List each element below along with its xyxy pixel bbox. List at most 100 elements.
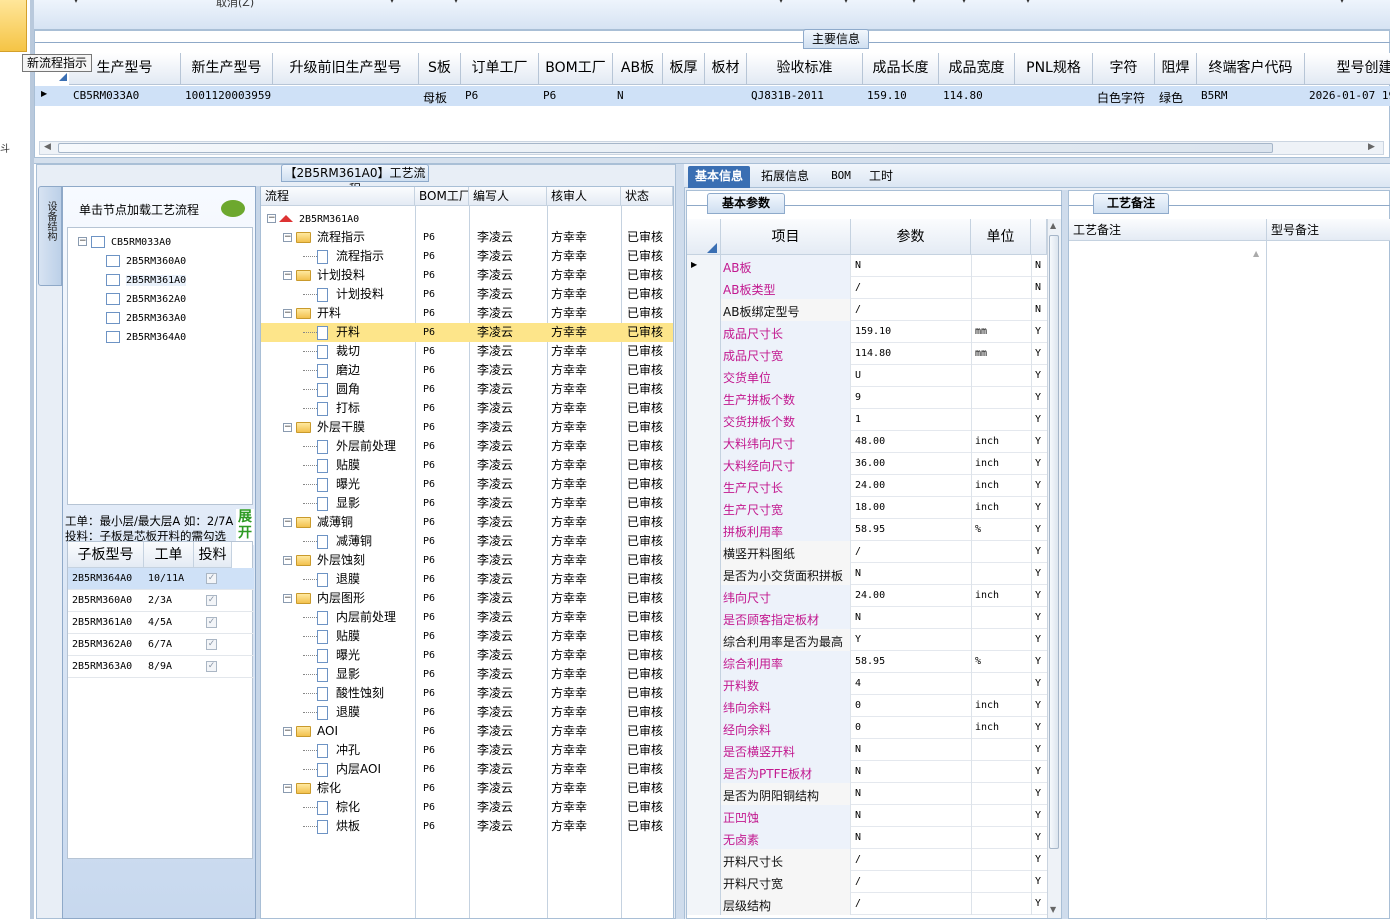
param-row[interactable]: 生产拼板个数 9 Y bbox=[687, 387, 1047, 409]
column-header[interactable]: 验收标准 bbox=[747, 53, 863, 85]
param-row[interactable]: 大料纬向尺寸 48.00 inch Y bbox=[687, 431, 1047, 453]
param-row[interactable]: 无卤素 N Y bbox=[687, 827, 1047, 849]
flow-step-node[interactable]: 显影 P6 李凌云 方幸幸 已审核 bbox=[261, 494, 673, 513]
param-row[interactable]: 综合利用率是否为最高 Y Y bbox=[687, 629, 1047, 651]
flow-group-node[interactable]: − 减薄铜 P6 李凌云 方幸幸 已审核 bbox=[261, 513, 673, 532]
remarks-textarea[interactable] bbox=[1069, 241, 1267, 920]
chevron-down-icon[interactable]: ▾ bbox=[844, 0, 848, 5]
column-header[interactable]: BOM工厂 bbox=[539, 53, 613, 85]
scroll-left-icon[interactable]: ◀ bbox=[44, 142, 51, 152]
table-row[interactable]: CB5RM033A0 10011200039596 母板 P6 P6 N QJ831B-20… bbox=[35, 86, 1390, 106]
chevron-down-icon[interactable]: ▾ bbox=[74, 0, 78, 5]
column-header[interactable]: 编写人 bbox=[469, 187, 547, 206]
param-value[interactable]: 48.00 bbox=[855, 436, 967, 447]
collapse-icon[interactable]: − bbox=[283, 594, 292, 603]
param-row[interactable]: 是否为小交货面积拼板 N Y bbox=[687, 563, 1047, 585]
param-row[interactable]: 生产尺寸宽 18.00 inch Y bbox=[687, 497, 1047, 519]
param-value[interactable]: 114.80 bbox=[855, 348, 967, 359]
flow-group-node[interactable]: − 外层干膜 P6 李凌云 方幸幸 已审核 bbox=[261, 418, 673, 437]
column-header[interactable]: 板厚 bbox=[663, 53, 705, 85]
flow-group-node[interactable]: − 开料 P6 李凌云 方幸幸 已审核 bbox=[261, 304, 673, 323]
column-header[interactable]: 单位 bbox=[971, 219, 1031, 255]
chevron-down-icon[interactable]: ▾ bbox=[779, 0, 783, 5]
table-row[interactable]: 2B5RM362A0 6/7A ✓ bbox=[68, 634, 254, 656]
chevron-down-icon[interactable]: ▾ bbox=[912, 0, 916, 5]
flow-step-node[interactable]: 磨边 P6 李凌云 方幸幸 已审核 bbox=[261, 361, 673, 380]
tree-node[interactable]: 2B5RM362A0 bbox=[92, 289, 186, 308]
param-value[interactable]: N bbox=[855, 260, 967, 271]
param-value[interactable]: 18.00 bbox=[855, 502, 967, 513]
flow-step-node[interactable]: 计划投料 P6 李凌云 方幸幸 已审核 bbox=[261, 285, 673, 304]
param-value[interactable]: / bbox=[855, 546, 967, 557]
flow-step-node[interactable]: 打标 P6 李凌云 方幸幸 已审核 bbox=[261, 399, 673, 418]
param-value[interactable]: 4 bbox=[855, 678, 967, 689]
param-value[interactable]: 1 bbox=[855, 414, 967, 425]
param-row[interactable]: AB板绑定型号 / N bbox=[687, 299, 1047, 321]
column-header[interactable]: BOM工厂 bbox=[415, 187, 469, 206]
param-value[interactable]: 58.95 bbox=[855, 524, 967, 535]
param-value[interactable]: N bbox=[855, 612, 967, 623]
flow-step-node[interactable]: 烘板 P6 李凌云 方幸幸 已审核 bbox=[261, 817, 673, 836]
flow-root-node[interactable]: − 2B5RM361A0 bbox=[261, 209, 673, 228]
tab-basic[interactable]: 基本信息 bbox=[688, 166, 750, 188]
column-header[interactable]: PNL规格 bbox=[1015, 53, 1093, 85]
param-row[interactable]: 是否顾客指定板材 N Y bbox=[687, 607, 1047, 629]
chevron-down-icon[interactable]: ▾ bbox=[1340, 0, 1344, 5]
param-row[interactable]: 大料经向尺寸 36.00 inch Y bbox=[687, 453, 1047, 475]
chevron-down-icon[interactable]: ▾ bbox=[454, 0, 458, 5]
param-value[interactable]: 24.00 bbox=[855, 480, 967, 491]
param-row[interactable]: 开料尺寸宽 / Y bbox=[687, 871, 1047, 893]
collapse-icon[interactable]: − bbox=[283, 423, 292, 432]
feed-checkbox[interactable]: ✓ bbox=[206, 639, 217, 650]
flow-step-node[interactable]: 贴膜 P6 李凌云 方幸幸 已审核 bbox=[261, 456, 673, 475]
param-value[interactable]: / bbox=[855, 876, 967, 887]
param-value[interactable]: / bbox=[855, 282, 967, 293]
param-row[interactable]: 开料数 4 Y bbox=[687, 673, 1047, 695]
param-row[interactable]: 是否为阴阳铜结构 N Y bbox=[687, 783, 1047, 805]
param-row[interactable]: ▶ AB板 N N bbox=[687, 255, 1047, 277]
collapse-icon[interactable]: − bbox=[283, 518, 292, 527]
param-row[interactable]: 交货拼板个数 1 Y bbox=[687, 409, 1047, 431]
param-value[interactable]: / bbox=[855, 854, 967, 865]
param-row[interactable]: 拼板利用率 58.95% Y bbox=[687, 519, 1047, 541]
flow-step-node[interactable]: 曝光 P6 李凌云 方幸幸 已审核 bbox=[261, 646, 673, 665]
flow-step-node[interactable]: 酸性蚀刻 P6 李凌云 方幸幸 已审核 bbox=[261, 684, 673, 703]
table-row[interactable]: 2B5RM360A0 2/3A ✓ bbox=[68, 590, 254, 612]
chevron-down-icon[interactable]: ▾ bbox=[962, 0, 966, 5]
column-header[interactable]: 阻焊 bbox=[1155, 53, 1197, 85]
param-value[interactable]: N bbox=[855, 568, 967, 579]
column-header[interactable]: 升级前旧生产型号 bbox=[273, 53, 419, 85]
param-value[interactable]: 24.00 bbox=[855, 590, 967, 601]
scroll-thumb[interactable] bbox=[58, 143, 1273, 153]
tree-node[interactable]: 2B5RM363A0 bbox=[92, 308, 186, 327]
flow-step-node[interactable]: 内层前处理 P6 李凌云 方幸幸 已审核 bbox=[261, 608, 673, 627]
tree-node[interactable]: 2B5RM360A0 bbox=[92, 251, 186, 270]
tab-bom[interactable]: BOM bbox=[824, 166, 858, 188]
param-value[interactable]: 58.95 bbox=[855, 656, 967, 667]
param-value[interactable]: U bbox=[855, 370, 967, 381]
tab-extended[interactable]: 拓展信息 bbox=[754, 166, 816, 188]
param-row[interactable]: 横竖开料图纸 / Y bbox=[687, 541, 1047, 563]
flow-step-node[interactable]: 裁切 P6 李凌云 方幸幸 已审核 bbox=[261, 342, 673, 361]
flow-group-node[interactable]: − AOI P6 李凌云 方幸幸 已审核 bbox=[261, 722, 673, 741]
collapse-icon[interactable]: − bbox=[283, 233, 292, 242]
param-row[interactable]: 是否横竖开料 N Y bbox=[687, 739, 1047, 761]
column-header[interactable]: 新生产型号 bbox=[181, 53, 273, 85]
horizontal-scrollbar[interactable]: ◀ ▶ bbox=[39, 141, 1384, 155]
flow-step-node[interactable]: 贴膜 P6 李凌云 方幸幸 已审核 bbox=[261, 627, 673, 646]
param-value[interactable]: Y bbox=[855, 634, 967, 645]
column-header[interactable]: 核审人 bbox=[547, 187, 621, 206]
tree-node[interactable]: 2B5RM364A0 bbox=[92, 327, 186, 346]
table-row[interactable]: 2B5RM363A0 8/9A ✓ bbox=[68, 656, 254, 678]
param-row[interactable]: 成品尺寸宽 114.80 mm Y bbox=[687, 343, 1047, 365]
param-value[interactable]: N bbox=[855, 832, 967, 843]
flow-step-node[interactable]: 外层前处理 P6 李凌云 方幸幸 已审核 bbox=[261, 437, 673, 456]
vertical-splitter-right[interactable] bbox=[676, 164, 684, 919]
column-header[interactable]: 字符 bbox=[1093, 53, 1155, 85]
param-row[interactable]: 纬向尺寸 24.00 inch Y bbox=[687, 585, 1047, 607]
param-value[interactable]: 9 bbox=[855, 392, 967, 403]
collapse-icon[interactable]: − bbox=[283, 556, 292, 565]
param-row[interactable]: 开料尺寸长 / Y bbox=[687, 849, 1047, 871]
param-value[interactable]: 0 bbox=[855, 700, 967, 711]
column-header[interactable]: AB板 bbox=[613, 53, 663, 85]
